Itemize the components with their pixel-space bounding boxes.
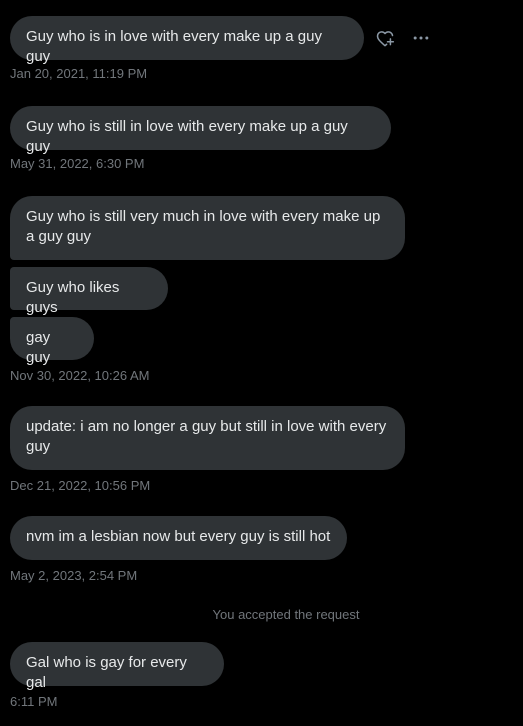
message-bubble[interactable]: Guy who likes guys — [10, 267, 168, 316]
message-bubble[interactable]: Guy who is still very much in love with … — [10, 196, 405, 260]
message-bubble[interactable]: gay guy — [10, 317, 94, 366]
message-bubble[interactable]: Guy who is in love with every make up a … — [10, 16, 364, 65]
message-timestamp: May 2, 2023, 2:54 PM — [10, 568, 138, 583]
message-bubble[interactable]: nvm im a lesbian now but every guy is st… — [10, 516, 347, 560]
message-timestamp: Jan 20, 2021, 11:19 PM — [10, 66, 148, 81]
heart-plus-icon[interactable] — [374, 27, 396, 49]
message-timestamp: May 31, 2022, 6:30 PM — [10, 156, 145, 171]
message-actions — [374, 27, 432, 49]
more-horizontal-icon[interactable] — [410, 27, 432, 49]
message-bubble[interactable]: Gal who is gay for every gal — [10, 642, 224, 691]
system-notice: You accepted the request — [212, 607, 360, 622]
message-timestamp: Dec 21, 2022, 10:56 PM — [10, 478, 151, 493]
message-bubble[interactable]: update: i am no longer a guy but still i… — [10, 406, 405, 470]
message-thread: Guy who is in love with every make up a … — [0, 0, 523, 726]
message-timestamp: 6:11 PM — [10, 694, 58, 709]
message-timestamp: Nov 30, 2022, 10:26 AM — [10, 368, 150, 383]
message-bubble[interactable]: Guy who is still in love with every make… — [10, 106, 391, 155]
